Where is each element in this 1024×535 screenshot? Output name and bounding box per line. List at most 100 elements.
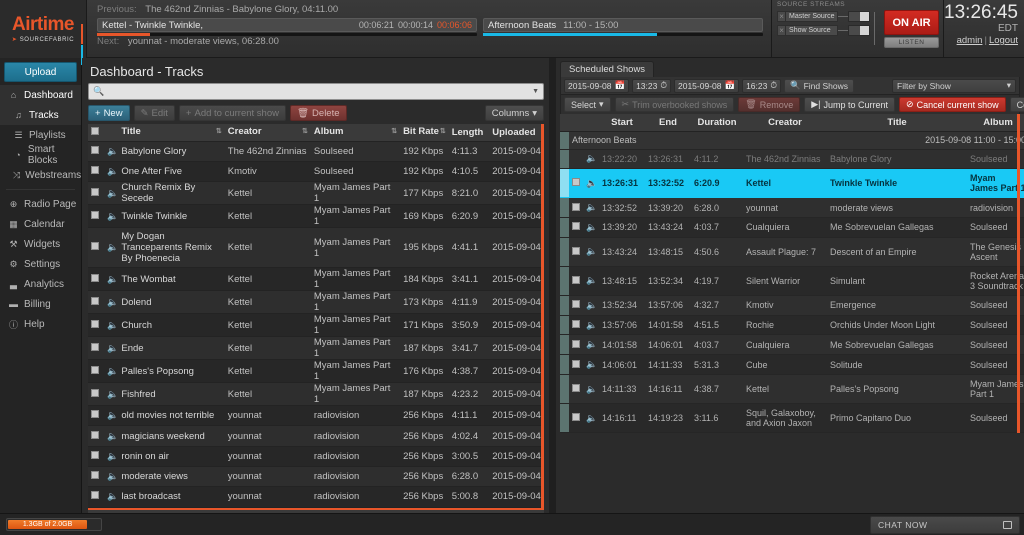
row-checkbox[interactable]: [569, 404, 583, 433]
col-creator[interactable]: Creator⇅: [225, 124, 311, 141]
table-row[interactable]: 🔈The WombatKettelMyam James Part 1184 Kb…: [88, 268, 544, 291]
table-row[interactable]: 🔈14:06:0114:11:335:31.3CubeSolitudeSouls…: [560, 355, 1024, 375]
row-checkbox[interactable]: [88, 383, 104, 406]
speaker-icon[interactable]: 🔈: [583, 169, 599, 198]
row-checkbox[interactable]: [569, 198, 583, 218]
end-date-field[interactable]: 2015-09-08📅: [674, 79, 739, 93]
table-row[interactable]: 🔈My Dogan Tranceparents Remix By Phoenec…: [88, 228, 544, 268]
remove-button[interactable]: 🗑Remove: [738, 97, 800, 112]
master-source-row[interactable]: × Master Source: [777, 11, 870, 22]
clock-icon[interactable]: ⏱: [770, 80, 777, 91]
master-source-toggle[interactable]: [848, 11, 870, 22]
table-row[interactable]: 🔈old movies not terribleyounnatradiovisi…: [88, 406, 544, 426]
speaker-icon[interactable]: 🔈: [583, 404, 599, 433]
speaker-icon[interactable]: 🔈: [104, 446, 118, 466]
row-checkbox[interactable]: [88, 228, 104, 268]
calendar-icon[interactable]: 📅: [724, 80, 735, 91]
table-row[interactable]: 🔈13:22:2013:26:314:11.2The 462nd Zinnias…: [560, 149, 1024, 169]
table-row[interactable]: 🔈magicians weekendyounnatradiovision256 …: [88, 426, 544, 446]
now-playing-row[interactable]: 🔈13:26:3113:32:526:20.9KettelTwinkle Twi…: [560, 169, 1024, 198]
table-row[interactable]: 🔈14:16:1114:19:233:11.6Squil, Galaxoboy,…: [560, 404, 1024, 433]
tab-scheduled-shows[interactable]: Scheduled Shows: [560, 61, 654, 77]
sort-icon[interactable]: ⇅: [216, 126, 222, 138]
speaker-icon[interactable]: 🔈: [104, 487, 118, 507]
admin-link[interactable]: admin: [957, 35, 983, 46]
end-time-field[interactable]: 16:23⏱: [742, 79, 781, 93]
now-playing-box[interactable]: Kettel - Twinkle Twinkle, 00:06:2100:00:…: [97, 18, 477, 32]
speaker-icon[interactable]: 🔈: [104, 337, 118, 360]
select-all-header[interactable]: [88, 124, 104, 141]
row-checkbox[interactable]: [569, 169, 583, 198]
chevron-down-icon[interactable]: ▼: [532, 88, 539, 95]
jump-to-current-button[interactable]: ▶|Jump to Current: [804, 97, 895, 112]
sidebar-item-billing[interactable]: ▬Billing: [0, 294, 81, 314]
row-checkbox[interactable]: [88, 141, 104, 161]
on-air-button[interactable]: ON AIR: [884, 10, 939, 35]
table-row[interactable]: 🔈14:11:3314:16:114:38.7KettelPalles's Po…: [560, 375, 1024, 404]
speaker-icon[interactable]: 🔈: [104, 228, 118, 268]
sort-icon[interactable]: ⇅: [391, 126, 397, 138]
table-row[interactable]: 🔈13:43:2413:48:154:50.6Assault Plague: 7…: [560, 237, 1024, 266]
speaker-icon[interactable]: 🔈: [104, 426, 118, 446]
sidebar-item-settings[interactable]: ⚙Settings: [0, 254, 81, 274]
table-row[interactable]: 🔈13:52:3413:57:064:32.7KmotivEmergenceSo…: [560, 295, 1024, 315]
speaker-icon[interactable]: 🔈: [583, 355, 599, 375]
speaker-icon[interactable]: 🔈: [583, 266, 599, 295]
col-title[interactable]: Title⇅: [118, 124, 224, 141]
table-row[interactable]: 🔈Church Remix By SecedeKettelMyam James …: [88, 182, 544, 205]
col-start[interactable]: Start: [599, 114, 645, 131]
sidebar-item-help[interactable]: ⓘHelp: [0, 314, 81, 334]
row-checkbox[interactable]: [569, 295, 583, 315]
table-row[interactable]: 🔈14:01:5814:06:014:03.7CualquieraMe Sobr…: [560, 335, 1024, 355]
row-checkbox[interactable]: [88, 291, 104, 314]
row-checkbox[interactable]: [88, 268, 104, 291]
speaker-icon[interactable]: 🔈: [583, 198, 599, 218]
speaker-icon[interactable]: 🔈: [583, 375, 599, 404]
search-input[interactable]: [104, 86, 532, 97]
show-header-row[interactable]: Afternoon Beats2015-09-08 11:00 - 15:00: [560, 131, 1024, 149]
row-checkbox[interactable]: [569, 375, 583, 404]
app-logo[interactable]: Airtime ➤ SOURCEFABRIC: [0, 0, 87, 58]
add-to-current-show-button[interactable]: +Add to current show: [179, 105, 286, 121]
columns-button[interactable]: Columns▾: [485, 105, 544, 121]
search-bar[interactable]: 🔍 ▼: [88, 83, 544, 100]
speaker-icon[interactable]: 🔈: [104, 360, 118, 383]
current-show-box[interactable]: Afternoon Beats 11:00 - 15:00: [483, 18, 763, 32]
speaker-icon[interactable]: 🔈: [104, 291, 118, 314]
table-row[interactable]: 🔈ChurchKettelMyam James Part 1171 Kbps3:…: [88, 314, 544, 337]
schedule-columns-button[interactable]: Columns▾: [1010, 97, 1024, 112]
close-icon[interactable]: ×: [777, 25, 786, 36]
col-album[interactable]: Album⇅: [311, 124, 400, 141]
table-row[interactable]: 🔈13:39:2013:43:244:03.7CualquieraMe Sobr…: [560, 218, 1024, 238]
row-checkbox[interactable]: [88, 337, 104, 360]
col-creator[interactable]: Creator: [743, 114, 827, 131]
col-bitrate[interactable]: Bit Rate⇅: [400, 124, 449, 141]
table-row[interactable]: 🔈Palles's PopsongKettelMyam James Part 1…: [88, 360, 544, 383]
row-checkbox[interactable]: [88, 406, 104, 426]
sidebar-item-dashboard[interactable]: ⌂Dashboard: [0, 85, 81, 105]
sidebar-item-radio-page[interactable]: ⊕Radio Page: [0, 194, 81, 214]
speaker-icon[interactable]: 🔈: [104, 466, 118, 486]
table-row[interactable]: 🔈Twinkle TwinkleKettelMyam James Part 11…: [88, 205, 544, 228]
row-checkbox[interactable]: [569, 355, 583, 375]
filter-by-show-select[interactable]: Filter by Show▾: [892, 79, 1016, 93]
col-duration[interactable]: Duration: [691, 114, 743, 131]
table-row[interactable]: 🔈Babylone GloryThe 462nd ZinniasSoulseed…: [88, 141, 544, 161]
sort-icon[interactable]: ⇅: [440, 126, 446, 138]
speaker-icon[interactable]: 🔈: [583, 149, 599, 169]
col-album[interactable]: Album: [967, 114, 1024, 131]
row-checkbox[interactable]: [88, 182, 104, 205]
speaker-icon[interactable]: 🔈: [104, 205, 118, 228]
row-checkbox[interactable]: [88, 466, 104, 486]
sort-icon[interactable]: ⇅: [302, 126, 308, 138]
edit-button[interactable]: ✎Edit: [134, 105, 175, 121]
show-progress-bar[interactable]: [483, 33, 763, 36]
row-checkbox[interactable]: [88, 314, 104, 337]
speaker-icon[interactable]: 🔈: [583, 335, 599, 355]
speaker-icon[interactable]: 🔈: [104, 406, 118, 426]
close-icon[interactable]: ×: [777, 11, 786, 22]
row-checkbox[interactable]: [88, 205, 104, 228]
row-checkbox[interactable]: [88, 161, 104, 181]
row-checkbox[interactable]: [569, 149, 583, 169]
table-row[interactable]: 🔈FishfredKettelMyam James Part 1187 Kbps…: [88, 383, 544, 406]
